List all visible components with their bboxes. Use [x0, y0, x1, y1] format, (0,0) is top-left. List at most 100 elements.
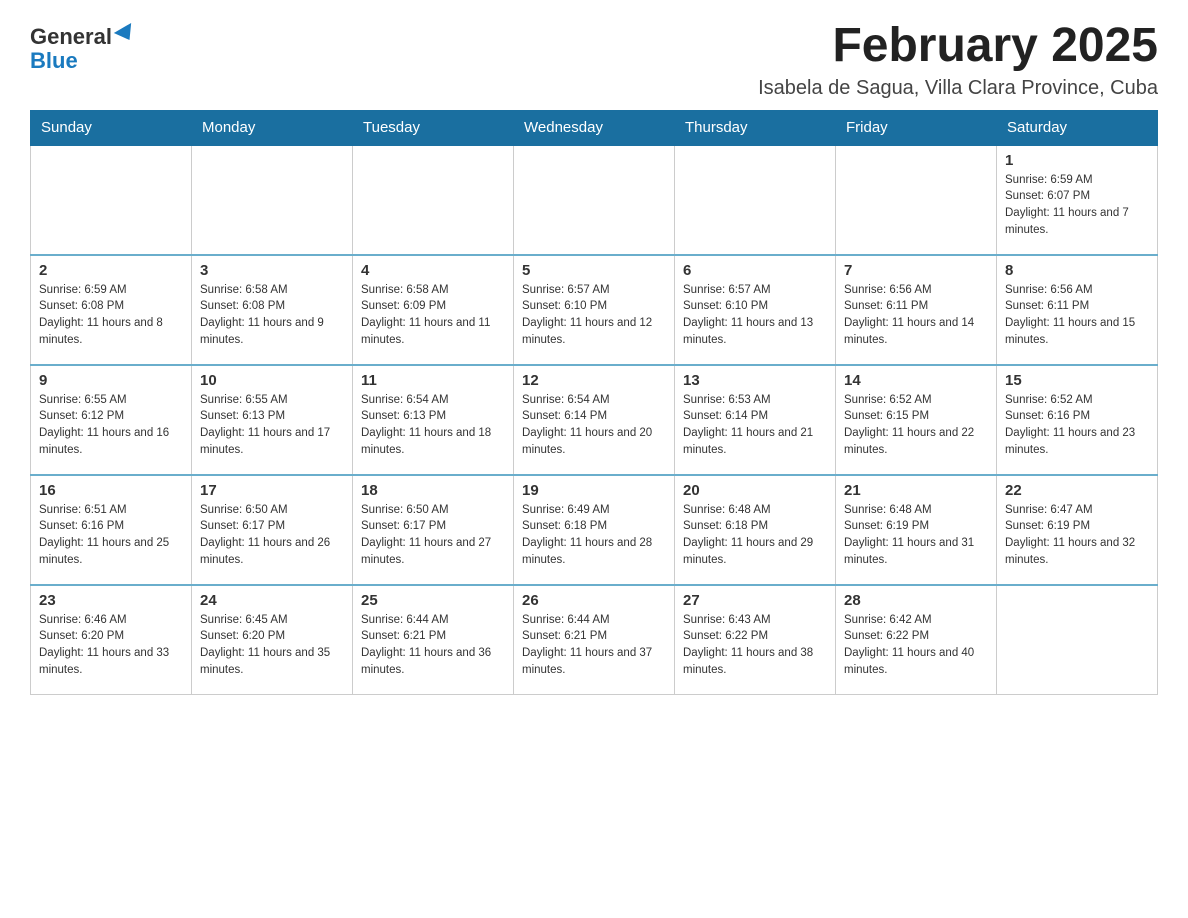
calendar-cell: 11Sunrise: 6:54 AM Sunset: 6:13 PM Dayli… — [353, 365, 514, 475]
calendar-cell: 10 Sunrise: 6:55 AM Sunset: 6:13 PM Dayli… — [192, 365, 353, 475]
day-info: Sunrise: 6:59 AM Sunset: 6:07 PM Dayligh… — [1005, 172, 1149, 239]
logo: GeneralBlue — [30, 20, 136, 73]
day-number: 22 — [1005, 482, 1149, 499]
calendar-cell: 27 Sunrise: 6:43 AM Sunset: 6:22 PM Dayli… — [675, 585, 836, 695]
day-info: Sunrise: 6:57 AM Sunset: 6:10 PM Dayligh… — [522, 282, 666, 349]
calendar-cell: 8 Sunrise: 6:56 AM Sunset: 6:11 PM Daylig… — [997, 255, 1158, 365]
day-info: Sunrise: 6:46 AM Sunset: 6:20 PM Dayligh… — [39, 612, 183, 679]
day-number: 14 — [844, 372, 988, 389]
calendar-cell: 4 Sunrise: 6:58 AM Sunset: 6:09 PM Daylig… — [353, 255, 514, 365]
calendar-cell: 17 Sunrise: 6:50 AM Sunset: 6:17 PM Dayli… — [192, 475, 353, 585]
calendar-cell — [353, 145, 514, 255]
day-number: 21 — [844, 482, 988, 499]
day-info: Sunrise: 6:50 AM Sunset: 6:17 PM Dayligh… — [200, 502, 344, 569]
day-info: Sunrise: 6:54 AM Sunset: 6:13 PM Dayligh… — [361, 392, 505, 459]
day-number: 27 — [683, 592, 827, 609]
day-number: 10 — [200, 372, 344, 389]
day-info: Sunrise: 6:42 AM Sunset: 6:22 PM Dayligh… — [844, 612, 988, 679]
calendar-cell: 13 Sunrise: 6:53 AM Sunset: 6:14 PM Dayli… — [675, 365, 836, 475]
calendar-cell: 9Sunrise: 6:55 AM Sunset: 6:12 PM Daylig… — [31, 365, 192, 475]
calendar-cell: 1 Sunrise: 6:59 AM Sunset: 6:07 PM Daylig… — [997, 145, 1158, 255]
day-info: Sunrise: 6:47 AM Sunset: 6:19 PM Dayligh… — [1005, 502, 1149, 569]
calendar-week-row: 9Sunrise: 6:55 AM Sunset: 6:12 PM Daylig… — [31, 365, 1158, 475]
day-info: Sunrise: 6:58 AM Sunset: 6:08 PM Dayligh… — [200, 282, 344, 349]
calendar-cell: 26Sunrise: 6:44 AM Sunset: 6:21 PM Dayli… — [514, 585, 675, 695]
day-info: Sunrise: 6:43 AM Sunset: 6:22 PM Dayligh… — [683, 612, 827, 679]
column-header-tuesday: Tuesday — [353, 110, 514, 145]
calendar-cell: 18 Sunrise: 6:50 AM Sunset: 6:17 PM Dayli… — [353, 475, 514, 585]
day-number: 1 — [1005, 152, 1149, 169]
day-number: 13 — [683, 372, 827, 389]
column-header-thursday: Thursday — [675, 110, 836, 145]
day-info: Sunrise: 6:54 AM Sunset: 6:14 PM Dayligh… — [522, 392, 666, 459]
calendar-week-row: 16 Sunrise: 6:51 AM Sunset: 6:16 PM Dayli… — [31, 475, 1158, 585]
location-subtitle: Isabela de Sagua, Villa Clara Province, … — [758, 77, 1158, 100]
calendar-cell — [997, 585, 1158, 695]
calendar-cell — [836, 145, 997, 255]
calendar-cell: 5 Sunrise: 6:57 AM Sunset: 6:10 PM Daylig… — [514, 255, 675, 365]
day-info: Sunrise: 6:44 AM Sunset: 6:21 PM Dayligh… — [522, 612, 666, 679]
month-title: February 2025 — [758, 20, 1158, 73]
calendar-cell: 16 Sunrise: 6:51 AM Sunset: 6:16 PM Dayli… — [31, 475, 192, 585]
day-number: 17 — [200, 482, 344, 499]
calendar-cell: 25Sunrise: 6:44 AM Sunset: 6:21 PM Dayli… — [353, 585, 514, 695]
day-info: Sunrise: 6:55 AM Sunset: 6:12 PM Dayligh… — [39, 392, 183, 459]
day-info: Sunrise: 6:52 AM Sunset: 6:16 PM Dayligh… — [1005, 392, 1149, 459]
day-info: Sunrise: 6:49 AM Sunset: 6:18 PM Dayligh… — [522, 502, 666, 569]
column-header-friday: Friday — [836, 110, 997, 145]
calendar-cell: 2 Sunrise: 6:59 AM Sunset: 6:08 PM Daylig… — [31, 255, 192, 365]
day-number: 4 — [361, 262, 505, 279]
calendar-week-row: 2 Sunrise: 6:59 AM Sunset: 6:08 PM Daylig… — [31, 255, 1158, 365]
day-info: Sunrise: 6:51 AM Sunset: 6:16 PM Dayligh… — [39, 502, 183, 569]
day-info: Sunrise: 6:59 AM Sunset: 6:08 PM Dayligh… — [39, 282, 183, 349]
calendar-cell: 3 Sunrise: 6:58 AM Sunset: 6:08 PM Daylig… — [192, 255, 353, 365]
day-info: Sunrise: 6:52 AM Sunset: 6:15 PM Dayligh… — [844, 392, 988, 459]
day-info: Sunrise: 6:50 AM Sunset: 6:17 PM Dayligh… — [361, 502, 505, 569]
day-number: 7 — [844, 262, 988, 279]
calendar-cell — [514, 145, 675, 255]
calendar-cell: 22 Sunrise: 6:47 AM Sunset: 6:19 PM Dayli… — [997, 475, 1158, 585]
calendar-cell: 28 Sunrise: 6:42 AM Sunset: 6:22 PM Dayli… — [836, 585, 997, 695]
day-number: 19 — [522, 482, 666, 499]
day-info: Sunrise: 6:56 AM Sunset: 6:11 PM Dayligh… — [844, 282, 988, 349]
day-number: 8 — [1005, 262, 1149, 279]
logo-blue-text: Blue — [30, 48, 78, 73]
column-header-saturday: Saturday — [997, 110, 1158, 145]
page-header: GeneralBlue February 2025 Isabela de Sag… — [30, 20, 1158, 100]
column-header-monday: Monday — [192, 110, 353, 145]
day-number: 28 — [844, 592, 988, 609]
calendar-week-row: 23Sunrise: 6:46 AM Sunset: 6:20 PM Dayli… — [31, 585, 1158, 695]
day-number: 18 — [361, 482, 505, 499]
day-info: Sunrise: 6:57 AM Sunset: 6:10 PM Dayligh… — [683, 282, 827, 349]
calendar-table: SundayMondayTuesdayWednesdayThursdayFrid… — [30, 110, 1158, 696]
calendar-cell — [31, 145, 192, 255]
day-number: 2 — [39, 262, 183, 279]
day-number: 3 — [200, 262, 344, 279]
calendar-cell: 14 Sunrise: 6:52 AM Sunset: 6:15 PM Dayli… — [836, 365, 997, 475]
logo-text: GeneralBlue — [30, 25, 136, 73]
day-info: Sunrise: 6:48 AM Sunset: 6:18 PM Dayligh… — [683, 502, 827, 569]
column-header-sunday: Sunday — [31, 110, 192, 145]
day-number: 20 — [683, 482, 827, 499]
day-number: 24 — [200, 592, 344, 609]
calendar-cell: 23Sunrise: 6:46 AM Sunset: 6:20 PM Dayli… — [31, 585, 192, 695]
day-info: Sunrise: 6:55 AM Sunset: 6:13 PM Dayligh… — [200, 392, 344, 459]
calendar-cell: 12Sunrise: 6:54 AM Sunset: 6:14 PM Dayli… — [514, 365, 675, 475]
day-info: Sunrise: 6:58 AM Sunset: 6:09 PM Dayligh… — [361, 282, 505, 349]
day-info: Sunrise: 6:56 AM Sunset: 6:11 PM Dayligh… — [1005, 282, 1149, 349]
calendar-cell: 15Sunrise: 6:52 AM Sunset: 6:16 PM Dayli… — [997, 365, 1158, 475]
calendar-cell: 24 Sunrise: 6:45 AM Sunset: 6:20 PM Dayli… — [192, 585, 353, 695]
calendar-cell: 6 Sunrise: 6:57 AM Sunset: 6:10 PM Daylig… — [675, 255, 836, 365]
day-info: Sunrise: 6:45 AM Sunset: 6:20 PM Dayligh… — [200, 612, 344, 679]
title-block: February 2025 Isabela de Sagua, Villa Cl… — [758, 20, 1158, 100]
calendar-cell: 20 Sunrise: 6:48 AM Sunset: 6:18 PM Dayli… — [675, 475, 836, 585]
calendar-header-row: SundayMondayTuesdayWednesdayThursdayFrid… — [31, 110, 1158, 145]
day-number: 5 — [522, 262, 666, 279]
calendar-week-row: 1 Sunrise: 6:59 AM Sunset: 6:07 PM Daylig… — [31, 145, 1158, 255]
day-number: 6 — [683, 262, 827, 279]
day-info: Sunrise: 6:53 AM Sunset: 6:14 PM Dayligh… — [683, 392, 827, 459]
calendar-cell — [192, 145, 353, 255]
day-number: 16 — [39, 482, 183, 499]
column-header-wednesday: Wednesday — [514, 110, 675, 145]
calendar-cell: 7 Sunrise: 6:56 AM Sunset: 6:11 PM Daylig… — [836, 255, 997, 365]
